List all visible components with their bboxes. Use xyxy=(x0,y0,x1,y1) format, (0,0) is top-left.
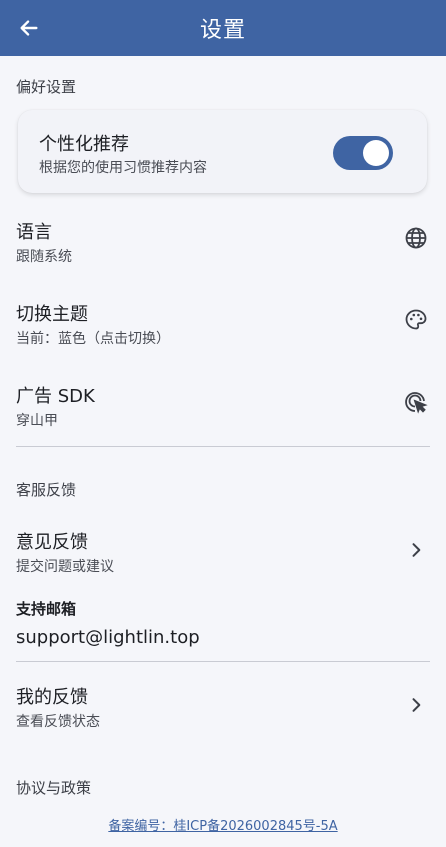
section-header-support: 客服反馈 xyxy=(16,481,77,499)
chevron-right-icon xyxy=(402,691,430,719)
theme-row[interactable]: 切换主题 当前：蓝色（点击切换） xyxy=(0,294,446,364)
ad-sdk-row[interactable]: 广告 SDK 穿山甲 xyxy=(0,376,446,446)
theme-title: 切换主题 xyxy=(16,304,88,325)
feedback-title: 意见反馈 xyxy=(16,532,88,553)
ad-click-icon xyxy=(402,388,430,416)
my-feedback-title: 我的反馈 xyxy=(16,687,88,708)
app-bar: 设置 xyxy=(0,0,446,56)
ad-sdk-subtitle: 穿山甲 xyxy=(16,413,58,429)
icp-record-link[interactable]: 备案编号：桂ICP备2026002845号-5A xyxy=(0,815,446,834)
divider xyxy=(16,446,430,447)
chevron-right-icon xyxy=(402,536,430,564)
feedback-row[interactable]: 意见反馈 提交问题或建议 xyxy=(0,522,446,592)
support-email-label: 支持邮箱 xyxy=(16,600,77,618)
language-title: 语言 xyxy=(16,222,52,243)
divider xyxy=(16,661,430,662)
language-row[interactable]: 语言 跟随系统 xyxy=(0,212,446,282)
personalized-subtitle: 根据您的使用习惯推荐内容 xyxy=(39,160,207,176)
globe-icon xyxy=(402,224,430,252)
my-feedback-row[interactable]: 我的反馈 查看反馈状态 xyxy=(0,677,446,747)
personalized-toggle[interactable] xyxy=(333,136,393,170)
section-header-preferences: 偏好设置 xyxy=(16,78,77,96)
personalized-recommendation-card: 个性化推荐 根据您的使用习惯推荐内容 xyxy=(18,110,427,193)
toggle-knob xyxy=(363,140,389,166)
language-subtitle: 跟随系统 xyxy=(16,249,72,265)
page-title: 设置 xyxy=(199,18,246,43)
ad-sdk-title: 广告 SDK xyxy=(16,386,95,407)
feedback-subtitle: 提交问题或建议 xyxy=(16,559,114,575)
back-button[interactable] xyxy=(16,15,42,41)
palette-icon xyxy=(402,306,430,334)
my-feedback-subtitle: 查看反馈状态 xyxy=(16,714,100,730)
personalized-title: 个性化推荐 xyxy=(39,134,129,155)
arrow-left-icon xyxy=(20,20,38,36)
section-header-policy: 协议与政策 xyxy=(16,779,92,797)
support-email-value[interactable]: support@lightlin.top xyxy=(16,627,200,648)
theme-subtitle: 当前：蓝色（点击切换） xyxy=(16,331,170,347)
